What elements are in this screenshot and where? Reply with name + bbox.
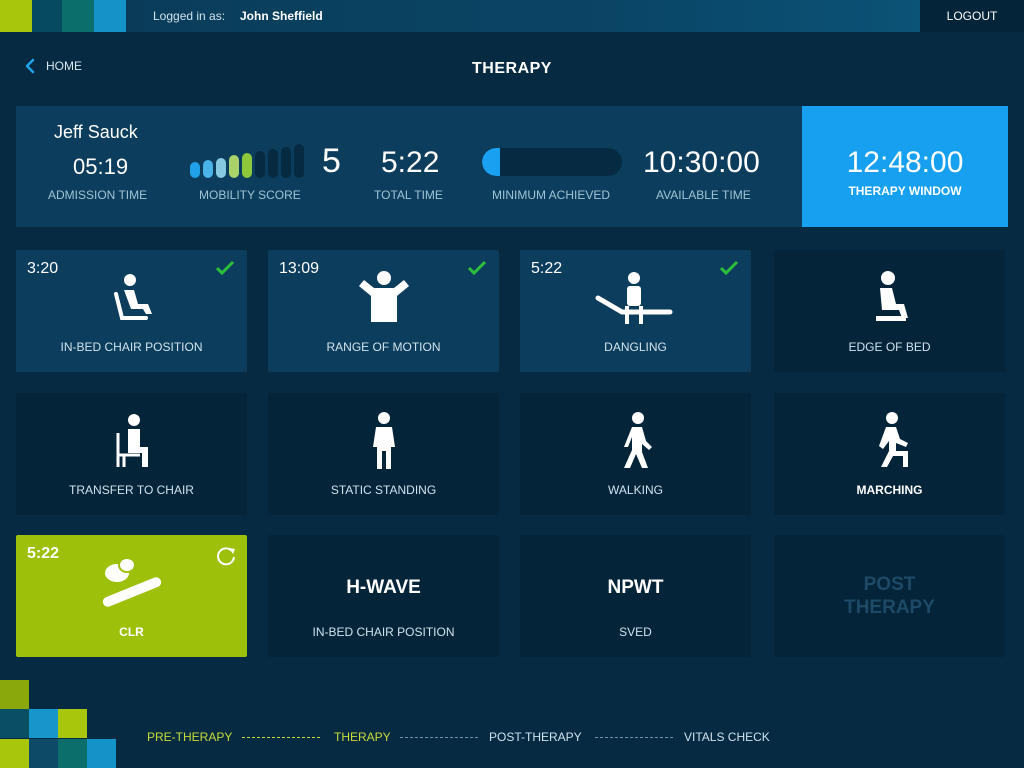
marching-icon <box>878 412 908 467</box>
total-time: 5:22 <box>381 146 440 179</box>
tile-label: IN-BED CHAIR POSITION <box>60 340 203 354</box>
logged-in-label: Logged in as: <box>153 9 226 23</box>
tile-npwt[interactable]: NPWT SVED <box>520 535 751 657</box>
tile-static-standing[interactable]: STATIC STANDING <box>268 393 499 515</box>
brand-square <box>32 0 62 32</box>
tile-time: 5:22 <box>531 260 563 277</box>
top-bar: Logged in as: John Sheffield LOGOUT <box>0 0 1024 32</box>
check-icon <box>719 260 739 276</box>
brand-square <box>87 739 116 768</box>
tile-heading-line: THERAPY <box>844 597 935 618</box>
mobility-bar <box>255 151 265 178</box>
tile-dangling[interactable]: 5:22 DANGLING <box>520 250 751 372</box>
available-time-label: AVAILABLE TIME <box>656 188 751 202</box>
therapy-window-panel[interactable]: 12:48:00 THERAPY WINDOW <box>802 106 1008 227</box>
tile-h-wave[interactable]: H-WAVE IN-BED CHAIR POSITION <box>268 535 499 657</box>
tile-label: TRANSFER TO CHAIR <box>69 483 194 497</box>
therapy-window-label: THERAPY WINDOW <box>848 184 962 198</box>
brand-square <box>62 0 94 32</box>
page-title: THERAPY <box>472 60 552 77</box>
edge-of-bed-icon <box>875 271 908 321</box>
tile-walking[interactable]: WALKING <box>520 393 751 515</box>
tile-label: DANGLING <box>604 340 667 354</box>
tile-clr[interactable]: 5:22 CLR <box>16 535 247 657</box>
minimum-progress-fill <box>482 148 501 176</box>
tile-heading-line: POST <box>863 574 916 595</box>
walking-icon <box>623 412 652 468</box>
step-connector <box>242 737 320 738</box>
stats-panel: Jeff Sauck 05:19 ADMISSION TIME 5 MOBILI… <box>16 106 1008 227</box>
mobility-bar <box>242 153 252 178</box>
admission-time-label: ADMISSION TIME <box>48 188 148 202</box>
tile-label: RANGE OF MOTION <box>326 340 441 354</box>
brand-square <box>29 709 58 738</box>
tile-label: STATIC STANDING <box>330 483 437 497</box>
tile-post-therapy: POST THERAPY <box>774 535 1005 657</box>
tile-label: MARCHING <box>856 483 923 497</box>
transfer-to-chair-icon <box>116 414 148 467</box>
brand-square <box>0 0 32 32</box>
tile-heading: POST THERAPY <box>774 573 1005 619</box>
mobility-bar <box>229 155 239 178</box>
step-connector <box>595 737 673 738</box>
brand-square <box>0 680 29 709</box>
logout-button[interactable]: LOGOUT <box>920 0 1024 32</box>
mobility-score-label: MOBILITY SCORE <box>199 188 301 202</box>
brand-square <box>0 709 29 738</box>
brand-square <box>94 0 126 32</box>
user-name: John Sheffield <box>240 9 323 23</box>
standing-icon <box>372 412 395 469</box>
rotate-icon[interactable] <box>215 545 237 567</box>
total-time-label: TOTAL TIME <box>374 188 443 202</box>
tile-range-of-motion[interactable]: 13:09 RANGE OF MOTION <box>268 250 499 372</box>
mobility-score-value: 5 <box>322 142 341 180</box>
brand-square <box>58 709 87 738</box>
tile-label: EDGE OF BED <box>848 340 931 354</box>
tile-label: IN-BED CHAIR POSITION <box>312 625 455 639</box>
check-icon <box>467 260 487 276</box>
mobility-bar <box>203 159 213 178</box>
tile-time: 13:09 <box>279 260 320 277</box>
tile-heading: NPWT <box>607 577 664 598</box>
tile-transfer-to-chair[interactable]: TRANSFER TO CHAIR <box>16 393 247 515</box>
mobility-score-bars <box>190 144 314 178</box>
in-bed-chair-icon <box>113 274 152 320</box>
clr-icon <box>102 557 161 607</box>
tile-in-bed-chair-position[interactable]: 3:20 IN-BED CHAIR POSITION <box>16 250 247 372</box>
tile-edge-of-bed[interactable]: EDGE OF BED <box>774 250 1005 372</box>
check-icon <box>215 260 235 276</box>
step-pre-therapy[interactable]: PRE-THERAPY <box>147 730 232 744</box>
admission-time: 05:19 <box>73 154 129 179</box>
dangling-icon <box>595 272 672 324</box>
brand-square <box>58 739 87 768</box>
range-of-motion-icon <box>358 271 409 322</box>
step-post-therapy[interactable]: POST-THERAPY <box>489 730 582 744</box>
available-time: 10:30:00 <box>643 146 760 179</box>
brand-square <box>0 739 29 768</box>
therapy-window-time: 12:48:00 <box>846 146 964 179</box>
step-connector <box>400 737 478 738</box>
step-vitals-check[interactable]: VITALS CHECK <box>684 730 770 744</box>
mobility-bar <box>294 144 304 178</box>
tile-time: 5:22 <box>27 545 60 562</box>
tile-marching[interactable]: MARCHING <box>774 393 1005 515</box>
tile-label: WALKING <box>608 483 663 497</box>
minimum-achieved-label: MINIMUM ACHIEVED <box>492 188 611 202</box>
mobility-bar <box>281 146 291 178</box>
tile-time: 3:20 <box>27 260 59 277</box>
tile-label: CLR <box>119 625 144 639</box>
tile-heading: H-WAVE <box>346 577 421 598</box>
mobility-bar <box>216 157 226 178</box>
tile-label: SVED <box>619 625 652 639</box>
minimum-progress-bar <box>482 148 622 176</box>
brand-square <box>29 739 58 768</box>
mobility-bar <box>268 148 278 178</box>
patient-name: Jeff Sauck <box>54 122 138 142</box>
mobility-bar <box>190 162 200 178</box>
step-therapy[interactable]: THERAPY <box>334 730 391 744</box>
